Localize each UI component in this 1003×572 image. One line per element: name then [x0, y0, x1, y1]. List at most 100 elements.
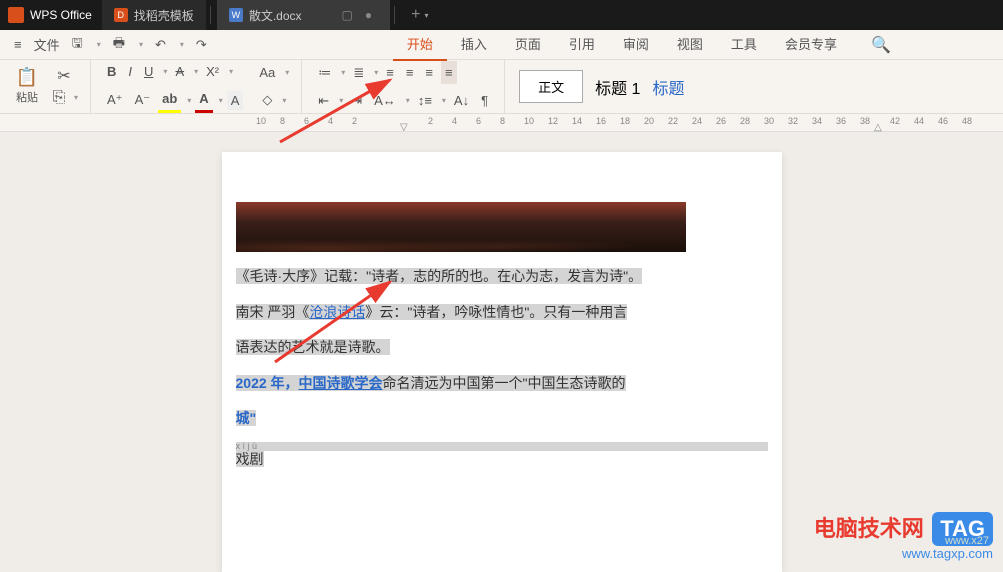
ruler-tick: 44 — [914, 116, 924, 126]
tab-window-icon[interactable]: ▢ — [342, 8, 353, 22]
ribbon-tab-insert[interactable]: 插入 — [447, 28, 501, 61]
italic-button[interactable]: I — [124, 60, 136, 83]
ribbon-tab-member[interactable]: 会员专享 — [771, 28, 851, 61]
copy-dropdown[interactable]: ▾ — [74, 93, 78, 102]
font-increase-button[interactable]: A⁺ — [103, 88, 127, 112]
ruler-tick: 42 — [890, 116, 900, 126]
tab-template[interactable]: D 找稻壳模板 — [102, 0, 206, 30]
document-image[interactable] — [236, 202, 686, 252]
new-tab-dropdown[interactable]: ▾ — [424, 11, 428, 20]
text-run[interactable]: 南宋 严羽《 — [236, 304, 310, 320]
align-center-button[interactable]: ≡ — [402, 61, 418, 84]
text-run[interactable]: 城" — [236, 410, 257, 426]
number-dropdown[interactable]: ▾ — [374, 68, 378, 77]
clear-dropdown[interactable]: ▾ — [282, 96, 286, 105]
ruler-tick: 24 — [692, 116, 702, 126]
ruler-tick: 32 — [788, 116, 798, 126]
save-icon[interactable]: 🖫 — [66, 30, 89, 60]
style-heading1[interactable]: 标题 1 — [595, 75, 640, 99]
indent-increase-button[interactable]: ⇥ — [347, 89, 366, 113]
paragraph-group: ≔ ▾ ≣ ▾ ≡ ≡ ≡ ≡ ⇤ ▾ ⇥ A↔ ▾ ↕≡ ▾ A↓ ¶ — [302, 60, 505, 113]
ribbon-tab-start[interactable]: 开始 — [393, 28, 447, 61]
bullet-dropdown[interactable]: ▾ — [341, 68, 345, 77]
align-justify-button[interactable]: ≡ — [441, 61, 457, 84]
char-scale-button[interactable]: A↔ — [370, 89, 400, 112]
ribbon-tab-tools[interactable]: 工具 — [717, 28, 771, 61]
new-tab-button[interactable]: + — [411, 6, 420, 24]
highlight-button[interactable]: ab — [158, 87, 181, 113]
search-icon[interactable]: 🔍 — [871, 35, 891, 55]
document-body[interactable]: 《毛诗·大序》记载："诗者，志的所的也。在心为志，发言为诗"。 南宋 严羽《沧浪… — [222, 252, 782, 468]
cut-icon[interactable]: ✂ — [55, 67, 73, 85]
styles-group: 正文 标题 1 标题 — [505, 60, 690, 113]
underline-button[interactable]: U — [140, 60, 157, 83]
redo-icon[interactable]: ↷ — [190, 33, 213, 57]
indent-dec-dropdown[interactable]: ▾ — [339, 96, 343, 105]
text-run[interactable]: 》云："诗者，吟咏性情也"。只有一种用言 — [365, 304, 627, 320]
linespacing-dropdown[interactable]: ▾ — [442, 96, 446, 105]
print-icon[interactable]: 🖶 — [107, 30, 131, 60]
menu-bar: ≡ 文件 🖫 ▾ 🖶 ▾ ↶ ▾ ↷ 开始 插入 页面 引用 审阅 视图 工具 … — [0, 30, 1003, 60]
tab-label-0: 找稻壳模板 — [134, 7, 194, 24]
ribbon-tab-review[interactable]: 审阅 — [609, 28, 663, 61]
title-bar: WPS Office D 找稻壳模板 W 散文.docx ▢ ● + ▾ — [0, 0, 1003, 30]
print-dropdown[interactable]: ▾ — [133, 36, 149, 53]
strike-button[interactable]: A — [171, 60, 188, 83]
font-color-button[interactable]: A — [195, 87, 212, 113]
ribbon-tab-view[interactable]: 视图 — [663, 28, 717, 61]
tab-separator-2 — [394, 6, 395, 24]
ribbon-tab-ref[interactable]: 引用 — [555, 28, 609, 61]
font-color-dropdown[interactable]: ▾ — [219, 96, 223, 105]
horizontal-ruler[interactable]: 10 8 6 4 2 ▽ 2 4 6 8 10 12 14 16 18 20 2… — [0, 114, 1003, 132]
undo-dropdown[interactable]: ▾ — [174, 36, 190, 53]
clear-format-button[interactable]: ◇ — [258, 88, 276, 112]
undo-icon[interactable]: ↶ — [149, 33, 172, 57]
watermark-url: www.tagxp.com — [814, 546, 993, 561]
indent-decrease-button[interactable]: ⇤ — [314, 89, 333, 113]
ruler-tick: 20 — [644, 116, 654, 126]
super-dropdown[interactable]: ▾ — [229, 67, 233, 76]
file-menu[interactable]: 文件 — [28, 31, 66, 58]
ruler-tick: 28 — [740, 116, 750, 126]
save-dropdown[interactable]: ▾ — [91, 36, 107, 53]
text-run[interactable]: 语表达的艺术就是诗歌。 — [236, 339, 390, 355]
paste-label[interactable]: 粘贴 — [16, 89, 38, 105]
ruler-tick: 6 — [476, 116, 481, 126]
ruler-tick: 46 — [938, 116, 948, 126]
link-poetry-society[interactable]: 中国诗歌学会 — [299, 375, 383, 391]
change-case-button[interactable]: Aa — [255, 61, 279, 84]
text-run[interactable]: 2022 年， — [236, 375, 299, 391]
copy-icon[interactable]: ⎘ — [50, 89, 68, 107]
font-decrease-button[interactable]: A⁻ — [131, 88, 155, 112]
bold-button[interactable]: B — [103, 60, 120, 83]
link-canglang[interactable]: 沧浪诗话 — [309, 304, 365, 320]
style-heading[interactable]: 标题 — [652, 75, 684, 99]
text-run[interactable]: 命名清远为中国第一个"中国生态诗歌的 — [383, 375, 626, 391]
superscript-button[interactable]: X² — [202, 60, 223, 83]
number-list-button[interactable]: ≣ — [349, 61, 368, 85]
show-marks-button[interactable]: ¶ — [477, 89, 492, 112]
line-spacing-button[interactable]: ↕≡ — [414, 89, 436, 112]
word-doc-icon: W — [229, 8, 243, 22]
ribbon-tab-page[interactable]: 页面 — [501, 28, 555, 61]
sort-button[interactable]: A↓ — [450, 89, 473, 112]
tab-document[interactable]: W 散文.docx ▢ ● — [217, 0, 390, 30]
charscale-dropdown[interactable]: ▾ — [406, 96, 410, 105]
underline-dropdown[interactable]: ▾ — [163, 67, 167, 76]
highlight-dropdown[interactable]: ▾ — [187, 96, 191, 105]
ruler-tick: 8 — [280, 116, 285, 126]
ruler-tick: 8 — [500, 116, 505, 126]
text-run[interactable]: 戏剧 — [236, 451, 264, 467]
menu-three-lines-icon[interactable]: ≡ — [8, 33, 28, 56]
document-page[interactable]: 《毛诗·大序》记载："诗者，志的所的也。在心为志，发言为诗"。 南宋 严羽《沧浪… — [222, 152, 782, 572]
text-run[interactable]: 《毛诗·大序》记载："诗者，志的所的也。在心为志，发言为诗"。 — [236, 268, 643, 284]
align-left-button[interactable]: ≡ — [382, 61, 398, 84]
align-right-button[interactable]: ≡ — [421, 61, 437, 84]
case-dropdown[interactable]: ▾ — [285, 68, 289, 77]
paste-icon[interactable]: 📋 — [18, 69, 36, 87]
char-shading-button[interactable]: A — [227, 91, 244, 110]
strike-dropdown[interactable]: ▾ — [194, 67, 198, 76]
ruler-tick: 16 — [596, 116, 606, 126]
bullet-list-button[interactable]: ≔ — [314, 61, 335, 85]
style-normal[interactable]: 正文 — [519, 70, 583, 103]
